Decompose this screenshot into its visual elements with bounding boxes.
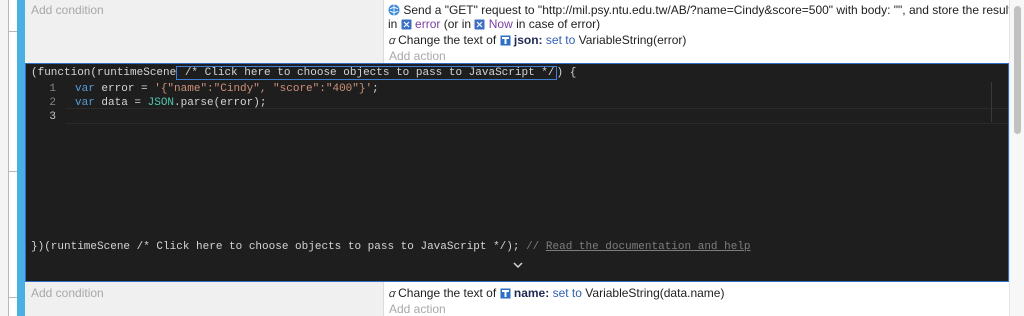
text-object-icon xyxy=(500,35,511,49)
left-gutter xyxy=(0,0,8,316)
header-code-end: ) { xyxy=(556,67,577,79)
code-line[interactable]: var error = '{"name":"Cindy", "score":"4… xyxy=(75,83,379,95)
line-number: 3 xyxy=(49,111,56,123)
now-variable-name[interactable]: Now xyxy=(489,17,513,31)
change-text-action[interactable]: ꭤ Change the text of name: set to Variab… xyxy=(388,286,724,302)
function-header: (function(runtimeScene /* Click here to … xyxy=(31,66,577,80)
function-footer: })(runtimeScene /* Click here to choose … xyxy=(31,241,751,253)
error-case-text: in case of error) xyxy=(516,17,601,31)
add-action-button[interactable]: Add action xyxy=(389,302,446,316)
event-selection-bar[interactable] xyxy=(17,0,25,63)
string-literal: '{"name":"Cindy", "score":"400"}' xyxy=(154,83,373,95)
javascript-code-editor[interactable]: (function(runtimeScene /* Click here to … xyxy=(25,63,1009,282)
documentation-link[interactable]: Read the documentation and help xyxy=(546,241,751,253)
actions-column: ꭤ Change the text of name: set to Variab… xyxy=(384,282,1010,316)
text-object-icon xyxy=(500,288,511,302)
current-line-highlight xyxy=(66,108,1008,124)
object-identifier: JSON xyxy=(147,97,175,109)
line-number: 1 xyxy=(49,83,56,95)
header-code: (function(runtimeScene xyxy=(31,67,177,79)
identifier: error = xyxy=(94,83,155,95)
error-variable-name[interactable]: error xyxy=(415,17,440,31)
set-to-text: set to xyxy=(552,286,582,300)
keyword: var xyxy=(75,97,95,109)
send-request-text: Send a "GET" request to "http://mil.psy.… xyxy=(403,3,1012,17)
editor-minimap xyxy=(991,82,1000,122)
call-expression: .parse(error); xyxy=(174,97,267,109)
text-icon: ꭤ xyxy=(388,287,395,300)
scrollbar-thumb[interactable] xyxy=(1014,6,1021,134)
event-selection-bar[interactable] xyxy=(17,282,25,316)
tree-tick xyxy=(8,297,17,298)
code-line[interactable]: var data = JSON.parse(error); xyxy=(75,97,266,109)
change-text-action[interactable]: ꭤ Change the text of json: set to Variab… xyxy=(388,33,686,49)
event-selection-bar[interactable] xyxy=(17,63,25,282)
vertical-scrollbar[interactable] xyxy=(1009,0,1024,316)
variable-icon xyxy=(474,19,485,33)
footer-code: })(runtimeScene /* Click here to choose … xyxy=(31,241,520,253)
object-name[interactable]: json xyxy=(514,33,539,47)
footer-comment: // xyxy=(519,241,546,253)
tree-tick xyxy=(8,171,17,172)
set-to-text: set to xyxy=(545,33,576,47)
action-value[interactable]: VariableString(data.name) xyxy=(585,286,724,300)
tree-line xyxy=(8,0,9,316)
actions-column: Send a "GET" request to "http://mil.psy.… xyxy=(384,0,1012,63)
add-action-button[interactable]: Add action xyxy=(389,49,446,63)
object-name[interactable]: name xyxy=(514,286,545,300)
or-in-text: (or in xyxy=(443,17,472,31)
semicolon: ; xyxy=(372,83,379,95)
identifier: data = xyxy=(94,97,148,109)
change-text-label: Change the text of xyxy=(398,33,497,47)
choose-objects-button[interactable]: /* Click here to choose objects to pass … xyxy=(176,66,557,80)
send-request-action-line2[interactable]: in error (or in Now in case of error) xyxy=(388,17,600,33)
line-number: 2 xyxy=(49,97,56,109)
conditions-column[interactable]: Add condition xyxy=(25,282,384,316)
tree-tick xyxy=(8,31,17,32)
add-condition-button[interactable]: Add condition xyxy=(31,3,104,17)
change-text-label: Change the text of xyxy=(398,286,497,300)
conditions-column[interactable]: Add condition xyxy=(25,0,384,63)
text-icon: ꭤ xyxy=(388,34,395,47)
add-condition-button[interactable]: Add condition xyxy=(31,286,104,300)
keyword: var xyxy=(75,83,95,95)
in-text: in xyxy=(388,17,398,31)
action-value[interactable]: VariableString(error) xyxy=(579,33,687,47)
variable-icon xyxy=(401,19,412,33)
chevron-down-icon[interactable] xyxy=(512,261,524,273)
